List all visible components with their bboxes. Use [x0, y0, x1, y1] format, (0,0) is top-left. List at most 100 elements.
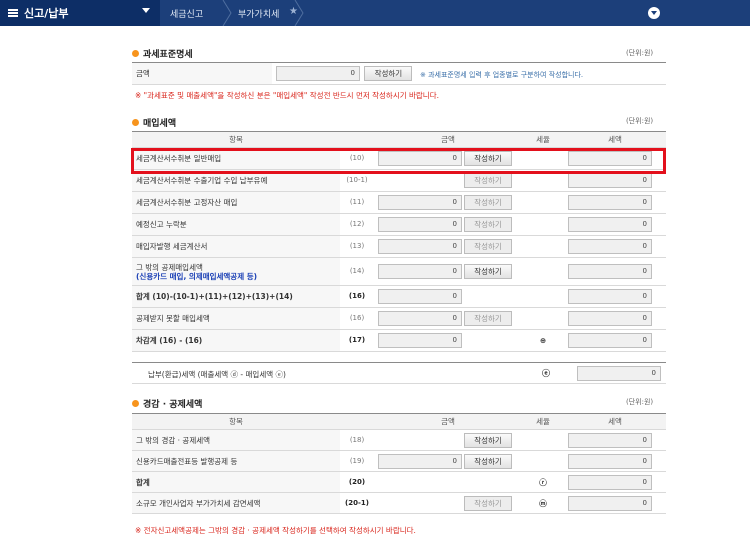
deduction-section-title: 경감 · 공제세액 — [132, 397, 202, 410]
tax-input[interactable]: 0 — [568, 311, 652, 326]
row-label: 신용카드매출전표등 발행공제 등 — [132, 450, 340, 472]
table-row: 세금계산서수취분 수출기업 수입 납부유예 (10-1) 작성하기 0 — [132, 169, 666, 192]
row-sublabel: (신용카드 매입, 의제매입세액공제 등) — [136, 271, 258, 281]
table-row: 세금계산서수취분 고정자산 매입 (11) 0 작성하기 0 — [132, 191, 666, 214]
menu-title: 신고/납부 — [24, 7, 69, 20]
deduction-table: 항목 금액 세율 세액 그 밖의 경감 · 공제세액 (18) 작성하기 0 신… — [132, 413, 666, 514]
tax-base-write-button[interactable]: 작성하기 — [364, 66, 413, 81]
chevron-down-icon[interactable] — [142, 8, 150, 13]
rate-marker: ⓡ — [522, 471, 564, 493]
amount-input[interactable]: 0 — [378, 333, 462, 348]
unit-label: (단위:원) — [626, 398, 654, 406]
row-label: 합계 (10)-(10-1)+(11)+(12)+(13)+(14) — [132, 285, 340, 308]
col-header-code — [340, 413, 374, 430]
table-header-row: 항목 금액 세율 세액 — [132, 131, 666, 148]
table-row: 차감계 (16) - (16) (17) 0 ⊕ 0 — [132, 329, 666, 352]
row-code: (14) — [340, 257, 374, 286]
write-button[interactable]: 작성하기 — [464, 151, 512, 166]
rate-cell — [522, 257, 564, 286]
tax-input[interactable]: 0 — [568, 432, 652, 448]
row-label: 공제받지 못할 매입세액 — [132, 307, 340, 330]
col-header-item: 항목 — [132, 413, 340, 430]
tax-input[interactable]: 0 — [568, 217, 652, 232]
amount-input[interactable]: 0 — [378, 217, 462, 232]
table-row: 합계 (20) ⓡ 0 — [132, 471, 666, 493]
tax-base-info-text: 과세표준명세 입력 후 업종별로 구분하여 작성합니다. — [420, 70, 583, 80]
table-row: 합계 (10)-(10-1)+(11)+(12)+(13)+(14) (16) … — [132, 285, 666, 308]
bullet-icon — [132, 50, 139, 57]
unit-label: (단위:원) — [626, 117, 654, 125]
row-code: (20) — [340, 471, 374, 493]
purchase-tax-section-title: 매입세액 — [132, 116, 176, 129]
write-button[interactable]: 작성하기 — [464, 495, 512, 511]
rate-cell — [522, 147, 564, 170]
row-label: 매입자발행 세금계산서 — [132, 235, 340, 258]
table-header-row: 항목 금액 세율 세액 — [132, 413, 666, 430]
amount-input[interactable]: 0 — [378, 264, 462, 279]
write-button[interactable]: 작성하기 — [464, 311, 512, 326]
write-button[interactable]: 작성하기 — [464, 173, 512, 188]
tax-base-amount-input[interactable]: 0 — [276, 66, 360, 81]
bullet-icon — [132, 400, 139, 407]
amount-input[interactable]: 0 — [378, 151, 462, 166]
table-row: 금액 0 작성하기 — [132, 62, 666, 85]
row-label: 세금계산서수취분 고정자산 매입 — [132, 191, 340, 214]
row-code: (10-1) — [340, 169, 374, 192]
col-header-item: 항목 — [132, 131, 340, 148]
table-row: 그 밖의 공제매입세액 (신용카드 매입, 의제매입세액공제 등) (14) 0… — [132, 257, 666, 286]
amount-input[interactable]: 0 — [378, 453, 462, 469]
tax-base-note: ※ "과세표준 및 매출세액"을 작성하신 분은 "매입세액" 작성전 반드시 … — [135, 91, 439, 100]
table-row: 예정신고 누락분 (12) 0 작성하기 0 — [132, 213, 666, 236]
amount-input[interactable]: 0 — [378, 239, 462, 254]
row-code: (17) — [340, 329, 374, 352]
tax-input[interactable]: 0 — [568, 495, 652, 511]
row-code: (10) — [340, 147, 374, 170]
breadcrumb-item-vat[interactable]: 부가가치세 — [238, 0, 279, 26]
breadcrumb-separator-icon — [222, 0, 232, 26]
amount-input[interactable]: 0 — [378, 289, 462, 304]
bullet-icon — [132, 119, 139, 126]
col-header-tax: 세액 — [564, 413, 666, 430]
row-code: (12) — [340, 213, 374, 236]
write-button[interactable]: 작성하기 — [464, 239, 512, 254]
tax-input[interactable]: 0 — [568, 239, 652, 254]
write-button[interactable]: 작성하기 — [464, 195, 512, 210]
collapse-toggle-icon[interactable] — [648, 7, 660, 19]
row-label-cell: 그 밖의 공제매입세액 (신용카드 매입, 의제매입세액공제 등) — [132, 257, 340, 286]
row-code: (16) — [340, 285, 374, 308]
tax-input[interactable]: 0 — [568, 264, 652, 279]
tax-input[interactable]: 0 — [568, 173, 652, 188]
tax-input[interactable]: 0 — [568, 151, 652, 166]
tax-base-section-title: 과세표준명세 — [132, 47, 193, 60]
col-header-code — [340, 131, 374, 148]
tax-input[interactable]: 0 — [568, 474, 652, 490]
write-button[interactable]: 작성하기 — [464, 432, 512, 448]
rate-cell — [522, 235, 564, 258]
write-button[interactable]: 작성하기 — [464, 453, 512, 469]
amount-input[interactable]: 0 — [378, 311, 462, 326]
row-label: 차감계 (16) - (16) — [132, 329, 340, 352]
write-button[interactable]: 작성하기 — [464, 217, 512, 232]
tax-input[interactable]: 0 — [568, 453, 652, 469]
breadcrumb-separator-icon — [294, 0, 304, 26]
tax-input[interactable]: 0 — [568, 195, 652, 210]
rate-cell — [522, 285, 564, 308]
amount-label: 금액 — [132, 62, 272, 85]
top-nav-bar: 신고/납부 세금신고 부가가치세 ★ — [0, 0, 750, 26]
row-code: (20-1) — [340, 492, 374, 514]
col-header-tax: 세액 — [564, 131, 666, 148]
amount-input[interactable]: 0 — [378, 195, 462, 210]
deduction-note: ※ 전자신고세액공제는 그밖의 경감 · 공제세액 작성하기를 선택하여 작성하… — [135, 526, 416, 535]
rate-cell — [522, 191, 564, 214]
write-button[interactable]: 작성하기 — [464, 264, 512, 279]
row-label: 합계 — [132, 471, 340, 493]
rate-marker: ⊕ — [522, 329, 564, 352]
breadcrumb-item-tax-report[interactable]: 세금신고 — [170, 0, 203, 26]
net-payable-input[interactable]: 0 — [577, 366, 661, 381]
rate-marker — [522, 429, 564, 451]
table-row: 매입자발행 세금계산서 (13) 0 작성하기 0 — [132, 235, 666, 258]
main-menu[interactable]: 신고/납부 — [0, 0, 160, 26]
tax-input[interactable]: 0 — [568, 333, 652, 348]
table-row: 세금계산서수취분 일반매입 (10) 0 작성하기 0 — [132, 147, 666, 170]
tax-input[interactable]: 0 — [568, 289, 652, 304]
